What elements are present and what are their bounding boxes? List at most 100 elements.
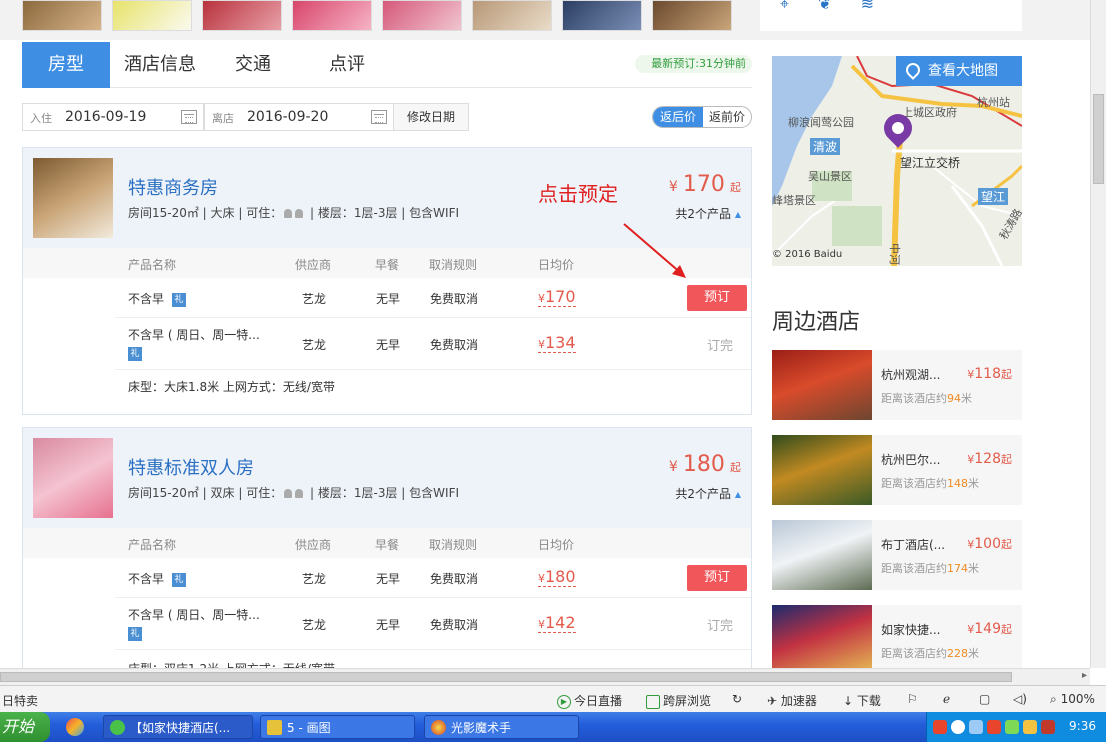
gift-badge[interactable]: 礼 (172, 572, 187, 587)
room-info-text: 房间15-20㎡ | 大床 | 可住： (128, 206, 283, 220)
system-tray: 9:36 (926, 712, 1106, 742)
refresh-icon[interactable]: ↻ (732, 692, 742, 706)
nearby-hotel-photo[interactable] (772, 605, 872, 675)
nearby-hotel-name[interactable]: 杭州巴尔... (881, 451, 940, 468)
distance-unit: 米 (968, 647, 979, 660)
taskbar-item-browser[interactable]: 【如家快捷酒店(... (103, 715, 253, 739)
room-name[interactable]: 特惠商务房 (128, 174, 218, 200)
view-large-map-button[interactable]: 查看大地图 (896, 56, 1022, 86)
hotel-photo-thumb[interactable] (652, 0, 732, 31)
hotel-photo-thumb[interactable] (292, 0, 372, 31)
vertical-scrollbar[interactable] (1090, 0, 1106, 668)
calendar-icon[interactable] (181, 110, 197, 124)
checkin-value[interactable]: 2016-09-19 (65, 109, 146, 125)
tab-transport[interactable]: 交通 (218, 42, 288, 88)
nearby-hotel-name[interactable]: 如家快捷... (881, 621, 940, 638)
bookmark-icon[interactable]: ⚐ (907, 692, 918, 706)
nearby-hotel-photo[interactable] (772, 435, 872, 505)
supplier: 艺龙 (302, 292, 327, 306)
nearby-hotel-card[interactable]: 杭州观湖... ¥118起 距离该酒店约94米 (772, 350, 1022, 420)
security-tray-icon[interactable] (987, 720, 1001, 734)
col-cancel-policy: 取消规则 (429, 538, 478, 552)
nearby-hotel-card[interactable]: 布丁酒店(... ¥100起 距离该酒店约174米 (772, 520, 1022, 590)
hotel-photo-thumb[interactable] (112, 0, 192, 31)
scroll-right-arrow-icon[interactable]: ▸ (1082, 670, 1087, 681)
tab-reviews[interactable]: 点评 (312, 42, 382, 88)
breakfast: 无早 (376, 572, 401, 586)
start-button[interactable]: 开始 (0, 712, 50, 742)
download-button[interactable]: ↓ 下载 (843, 692, 881, 709)
map-place-label: 上城区政府 (902, 106, 957, 119)
room-info-text: 房间15-20㎡ | 双床 | 可住： (128, 486, 283, 500)
taskbar-item-paint[interactable]: 5 - 画图 (260, 715, 415, 739)
hotel-photo-thumb[interactable] (22, 0, 102, 31)
caret-up-icon: ▲ (734, 210, 741, 219)
product-price[interactable]: ¥142 (538, 613, 576, 633)
horizontal-scrollbar[interactable]: ▸ (0, 668, 1090, 685)
location-map[interactable]: 柳浪闻莺公园 上城区政府 杭州站 清波 吴山景区 望江立交桥 望江 峰塔景区 秋… (772, 56, 1022, 266)
taskbar-item-photo-editor[interactable]: 光影魔术手 (424, 715, 579, 739)
room-photo[interactable] (33, 438, 113, 518)
accelerator-button[interactable]: ✈ 加速器 (767, 692, 817, 709)
checkout-field[interactable]: 离店 2016-09-20 (204, 103, 394, 131)
live-button[interactable]: ▶ 今日直播 (557, 692, 622, 709)
products-toggle[interactable]: 共2个产品 ▲ (675, 485, 741, 502)
gift-badge[interactable]: 礼 (128, 627, 142, 641)
clock: 9:36 (1069, 719, 1096, 733)
window-icon[interactable]: ▢ (979, 692, 990, 706)
view-large-map-label: 查看大地图 (928, 63, 998, 79)
horizontal-scroll-thumb[interactable] (0, 672, 1012, 682)
live-label: 今日直播 (574, 694, 623, 708)
status-text[interactable]: 日特卖 (2, 692, 38, 709)
nearby-hotel-card[interactable]: 杭州巴尔... ¥128起 距离该酒店约148米 (772, 435, 1022, 505)
flag-tray-icon[interactable] (1041, 720, 1055, 734)
map-place-label: 峰塔景区 (772, 194, 816, 207)
room-photo[interactable] (33, 158, 113, 238)
product-price[interactable]: ¥170 (538, 287, 576, 307)
price-before-rebate-option[interactable]: 返前价 (703, 107, 751, 127)
room-name[interactable]: 特惠标准双人房 (128, 454, 254, 480)
zoom-control[interactable]: ⌕ 100% (1050, 692, 1095, 707)
browser-quick-launch-icon[interactable] (66, 718, 84, 736)
cross-screen-button[interactable]: 跨屏浏览 (646, 692, 711, 709)
breakfast: 无早 (376, 618, 401, 632)
checkout-value[interactable]: 2016-09-20 (247, 109, 328, 125)
book-button[interactable]: 预订 (687, 565, 747, 591)
calendar-icon[interactable] (371, 110, 387, 124)
checkin-field[interactable]: 入住 2016-09-19 (22, 103, 204, 131)
network-tray-icon[interactable] (969, 720, 983, 734)
gift-badge[interactable]: 礼 (172, 292, 187, 307)
tab-room-types[interactable]: 房型 (22, 42, 110, 88)
breakfast: 无早 (376, 292, 401, 306)
room-info: 房间15-20㎡ | 大床 | 可住： | 楼层：1层-3层 | 包含WIFI (128, 204, 459, 221)
vertical-scroll-thumb[interactable] (1093, 94, 1104, 184)
gift-badge[interactable]: 礼 (128, 347, 142, 361)
distance-unit: 米 (968, 477, 979, 490)
price-after-rebate-option[interactable]: 返后价 (653, 107, 703, 127)
book-button[interactable]: 预订 (687, 285, 747, 311)
nearby-hotel-name[interactable]: 布丁酒店(... (881, 536, 945, 553)
product-price[interactable]: ¥180 (538, 567, 576, 587)
volume-icon[interactable]: ◁) (1013, 692, 1027, 706)
hotel-photo-thumb[interactable] (562, 0, 642, 31)
hotel-photo-thumb[interactable] (382, 0, 462, 31)
nearby-hotel-card[interactable]: 如家快捷... ¥149起 距离该酒店约228米 (772, 605, 1022, 675)
zoom-label: 100% (1060, 692, 1095, 706)
nearby-hotel-photo[interactable] (772, 350, 872, 420)
back-tray-icon[interactable] (951, 720, 965, 734)
currency-symbol: ¥ (668, 179, 678, 195)
hotel-photo-thumb[interactable] (202, 0, 282, 31)
modify-date-button[interactable]: 修改日期 (393, 103, 469, 131)
hotel-photo-thumb[interactable] (472, 0, 552, 31)
product-price[interactable]: ¥134 (538, 333, 576, 353)
antivirus-tray-icon[interactable] (933, 720, 947, 734)
nearby-hotel-price: ¥100起 (967, 533, 1012, 552)
signal-tray-icon[interactable] (1005, 720, 1019, 734)
ie-icon[interactable]: ℯ (943, 692, 950, 706)
nearby-hotel-name[interactable]: 杭州观湖... (881, 366, 940, 383)
nearby-hotel-photo[interactable] (772, 520, 872, 590)
app-tray-icon[interactable] (1023, 720, 1037, 734)
tab-hotel-info[interactable]: 酒店信息 (114, 42, 206, 88)
breakfast: 无早 (376, 338, 401, 352)
rocket-icon: ✈ (767, 694, 778, 708)
